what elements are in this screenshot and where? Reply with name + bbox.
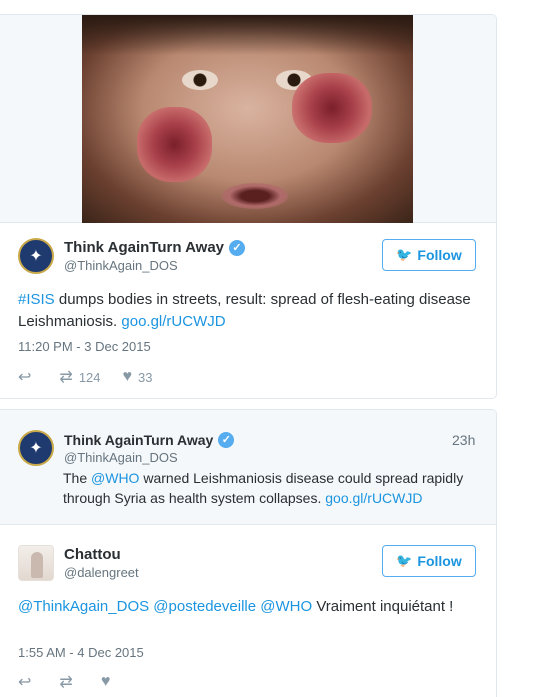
heart-icon: ♥ [100, 673, 111, 690]
reply-icon: ↩ [18, 674, 32, 691]
heart-icon: ♥ [122, 368, 133, 385]
retweet-icon: ⇄ [59, 369, 73, 386]
photo-eye-left [182, 70, 218, 90]
reply-action[interactable]: ↩ [18, 367, 37, 387]
display-name[interactable]: Chattou [64, 546, 121, 563]
verified-badge-icon: ✓ [229, 239, 246, 256]
display-name[interactable]: Think AgainTurn Away [64, 239, 224, 256]
tweet-text: #ISIS dumps bodies in streets, result: s… [18, 289, 478, 333]
tweet2-text-body: Vraiment inquiétant ! [312, 598, 454, 615]
tweet2-text: @ThinkAgain_DOS @postedeveille @WHO Vrai… [18, 596, 478, 618]
photo-lesion-left [137, 107, 212, 182]
mention-link-2[interactable]: @postedeveille [153, 598, 256, 615]
tweet-photo[interactable] [82, 15, 413, 223]
handle[interactable]: @ThinkAgain_DOS [64, 258, 245, 273]
twitter-bird-icon: 🐦 [396, 553, 413, 568]
author-names[interactable]: Think AgainTurn Away ✓ @ThinkAgain_DOS [64, 239, 246, 273]
follow-label: Follow [417, 247, 462, 263]
handle[interactable]: @dalengreet [64, 565, 139, 580]
like-count: 33 [138, 369, 153, 385]
photo-mouth [222, 183, 288, 209]
avatar[interactable] [18, 545, 54, 581]
quoted-avatar[interactable]: ✦ [18, 430, 54, 466]
quoted-tweet[interactable]: ✦ Think AgainTurn Away ✓ @ThinkAgain_DOS… [0, 410, 496, 525]
reply-icon: ↩ [18, 369, 32, 386]
mention-link-3[interactable]: @WHO [260, 598, 312, 615]
seal-icon: ✦ [29, 248, 43, 265]
twitter-bird-icon: 🐦 [396, 247, 413, 262]
tweet2-header: Chattou @dalengreet [18, 545, 139, 581]
retweet-count: 124 [78, 369, 101, 385]
reply-action[interactable]: ↩ [18, 672, 37, 692]
tweet-card-1: ✦ Think AgainTurn Away ✓ @ThinkAgain_DOS… [0, 14, 497, 399]
mention-link[interactable]: @WHO [91, 470, 139, 486]
tweet-card-2: ✦ Think AgainTurn Away ✓ @ThinkAgain_DOS… [0, 409, 497, 697]
tweet-actions: ↩ ⇄ 124 ♥ 33 [18, 367, 174, 387]
quoted-time-ago[interactable]: 23h [452, 432, 475, 448]
quoted-text-pre: The [63, 470, 92, 486]
seal-icon: ✦ [29, 440, 43, 457]
tweet-header: ✦ Think AgainTurn Away ✓ @ThinkAgain_DOS [18, 238, 246, 274]
follow-button[interactable]: 🐦 Follow [382, 239, 476, 271]
quoted-handle[interactable]: @ThinkAgain_DOS [64, 450, 234, 465]
tweet-media[interactable] [0, 15, 496, 223]
quoted-header: ✦ Think AgainTurn Away ✓ @ThinkAgain_DOS [18, 430, 235, 466]
quoted-url-link[interactable]: goo.gl/rUCWJD [325, 490, 422, 506]
tweet-timestamp[interactable]: 11:20 PM - 3 Dec 2015 [18, 339, 151, 354]
retweet-action[interactable]: ⇄ 124 [59, 367, 100, 387]
tweet2-actions: ↩ ⇄ ♥ [18, 672, 138, 692]
like-action[interactable]: ♥ [101, 673, 117, 691]
follow-button[interactable]: 🐦 Follow [382, 545, 476, 577]
tweet-text-body: dumps bodies in streets, result: spread … [18, 291, 471, 330]
hashtag-link[interactable]: #ISIS [18, 291, 55, 308]
quoted-text: The @WHO warned Leishmaniosis disease co… [63, 468, 483, 508]
photo-lesion-right [292, 73, 372, 143]
tweet-url-link[interactable]: goo.gl/rUCWJD [121, 313, 225, 330]
verified-badge-icon: ✓ [218, 431, 235, 448]
photo-hair [82, 15, 413, 55]
avatar[interactable]: ✦ [18, 238, 54, 274]
retweet-icon: ⇄ [59, 674, 73, 691]
mention-link-1[interactable]: @ThinkAgain_DOS [18, 598, 149, 615]
follow-label: Follow [417, 553, 462, 569]
like-action[interactable]: ♥ 33 [123, 368, 153, 386]
tweet2-timestamp[interactable]: 1:55 AM - 4 Dec 2015 [18, 645, 144, 660]
quoted-display-name[interactable]: Think AgainTurn Away [64, 432, 213, 448]
retweet-action[interactable]: ⇄ [59, 672, 78, 692]
